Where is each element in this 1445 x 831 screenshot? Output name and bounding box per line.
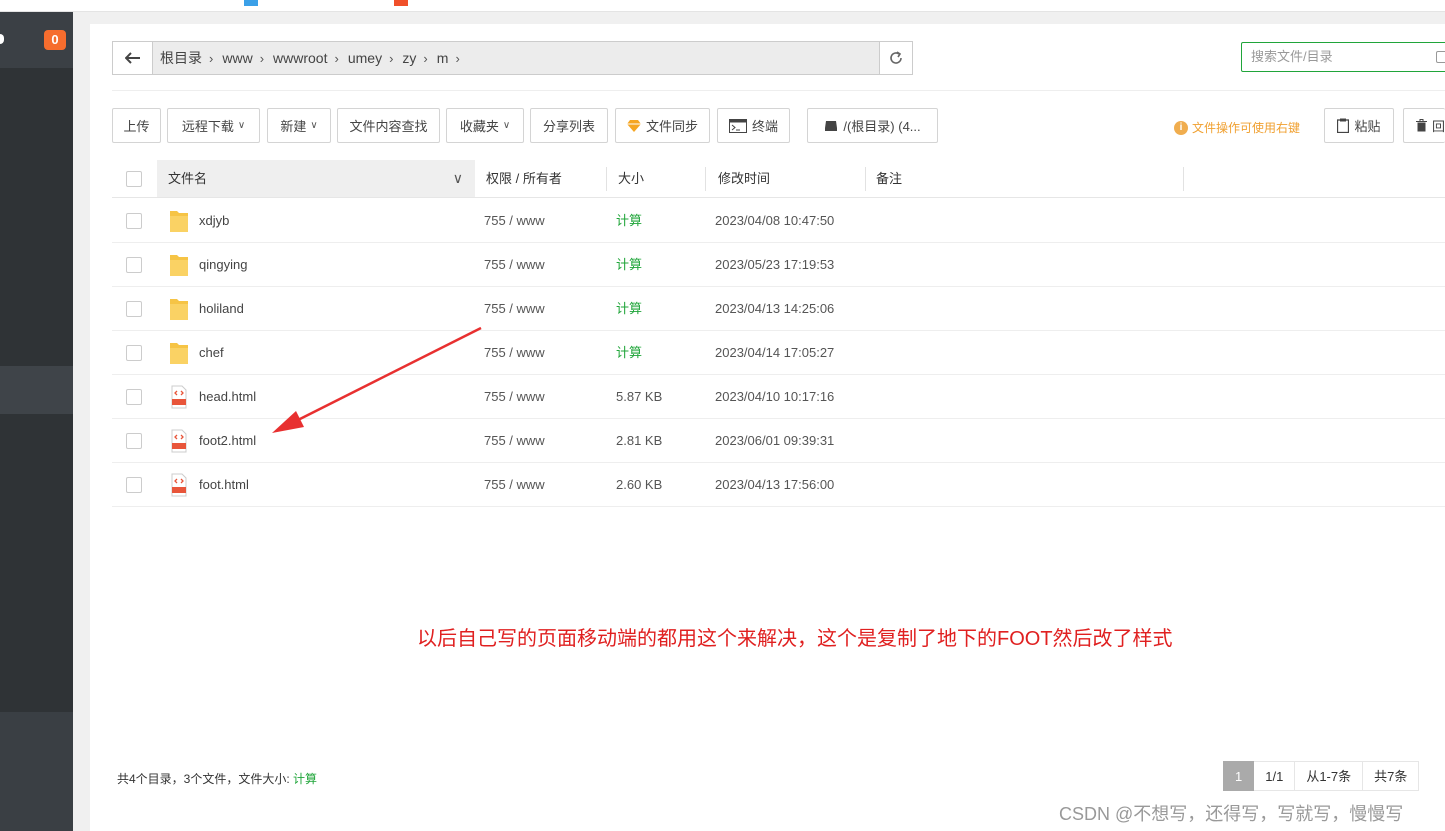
watermark: CSDN @不想写，还得写，写就写，慢慢写 [1059,804,1404,824]
annotation-arrow [272,326,482,433]
annotation-note: 以后自己写的页面移动端的都用这个来解决，这个是复制了地下的FOOT然后改了样式 [417,628,1173,650]
